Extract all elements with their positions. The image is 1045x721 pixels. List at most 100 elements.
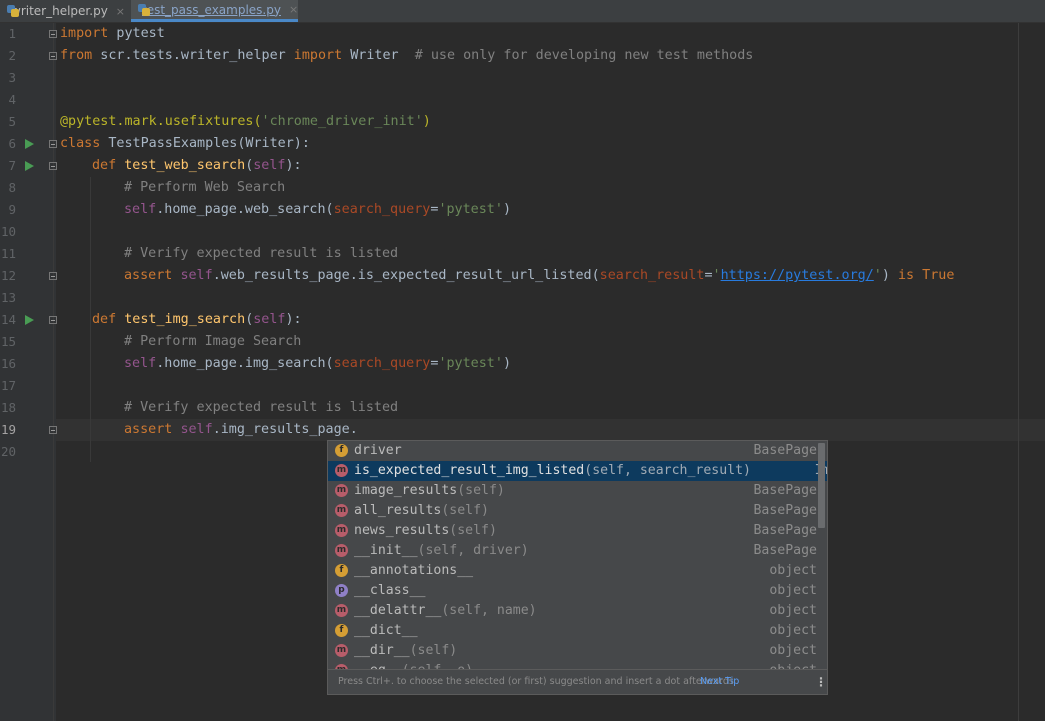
line-number: 13 [0,290,16,305]
fold-icon[interactable] [49,162,57,170]
code-completion-popup[interactable]: f driver BasePage m is_expected_result_i… [327,440,828,695]
completion-type: BasePage [753,483,817,498]
completion-name: __init__ [354,543,418,558]
code-line-2: from scr.tests.writer_helper import Writ… [60,48,754,63]
run-test-icon[interactable] [25,315,34,325]
line-number: 10 [0,224,16,239]
method-icon: m [335,484,348,497]
gutter-divider [53,23,54,721]
run-test-icon[interactable] [25,161,34,171]
line-number: 7 [8,158,16,173]
method-icon: m [335,524,348,537]
completion-item[interactable]: f __dict__ object [328,621,827,641]
completion-tip-bar: Press Ctrl+. to choose the selected (or … [328,669,827,694]
method-icon: m [335,504,348,517]
line-number: 16 [0,356,16,371]
tab-label: test_pass_examples.py [142,2,281,17]
completion-name: is_expected_result_img_listed [354,463,585,478]
completion-name: driver [354,443,402,458]
tab-writer-helper[interactable]: writer_helper.py × [0,0,130,22]
completion-type: BasePage [753,443,817,458]
property-icon: p [335,584,348,597]
completion-item[interactable]: m __dir__(self) object [328,641,827,661]
fold-icon[interactable] [49,426,57,434]
indent-guide [90,177,91,462]
line-number: 15 [0,334,16,349]
line-number: 12 [0,268,16,283]
fold-icon[interactable] [49,52,57,60]
completion-item[interactable]: m __delattr__(self, name) object [328,601,827,621]
method-icon: m [335,544,348,557]
field-icon: f [335,624,348,637]
method-icon: m [335,464,348,477]
line-number: 1 [8,26,16,41]
right-margin-guide [1018,23,1019,721]
completion-signature: (self, name) [441,603,537,618]
line-number: 4 [8,92,16,107]
fold-icon[interactable] [49,140,57,148]
completion-item[interactable]: m image_results(self) BasePage [328,481,827,501]
completion-name: __dict__ [354,623,418,638]
completion-scrollbar[interactable] [818,443,825,528]
close-tab-icon[interactable]: × [116,5,125,18]
line-number: 18 [0,400,16,415]
completion-name: __delattr__ [354,603,442,618]
completion-item[interactable]: f driver BasePage [328,441,827,461]
completion-item[interactable]: m all_results(self) BasePage [328,501,827,521]
line-number: 6 [8,136,16,151]
field-icon: f [335,564,348,577]
completion-item[interactable]: m __init__(self, driver) BasePage [328,541,827,561]
completion-signature: (self, search_result) [584,463,751,478]
completion-type: object [769,643,817,658]
line-number: 3 [8,70,16,85]
completion-signature: (self) [441,503,489,518]
completion-type: object [769,603,817,618]
editor-tab-bar: writer_helper.py × test_pass_examples.py… [0,0,1045,23]
line-number: 5 [8,114,16,129]
run-class-icon[interactable] [25,139,34,149]
completion-signature: (self) [409,643,458,658]
line-number: 17 [0,378,16,393]
code-line-19: assert self.img_results_page. [124,422,358,437]
completion-name: __class__ [354,583,426,598]
code-line-5: @pytest.mark.usefixtures('chrome_driver_… [60,114,431,129]
close-tab-icon[interactable]: × [289,3,298,16]
fold-icon[interactable] [49,316,57,324]
field-icon: f [335,444,348,457]
code-line-6: class TestPassExamples(Writer): [60,136,310,151]
code-line-8: # Perform Web Search [124,180,286,195]
completion-item-selected[interactable]: m is_expected_result_img_listed(self, se… [328,461,827,481]
line-number-current: 19 [0,422,16,437]
completion-type: BasePage [753,503,817,518]
line-number: 8 [8,180,16,195]
completion-signature: (self, driver) [417,543,529,558]
code-line-12: assert self.web_results_page.is_expected… [124,268,955,283]
completion-signature: (self) [457,483,505,498]
completion-item[interactable]: p __class__ object [328,581,827,601]
fold-icon[interactable] [49,272,57,280]
code-line-11: # Verify expected result is listed [124,246,399,261]
completion-signature: (self) [449,523,497,538]
code-line-18: # Verify expected result is listed [124,400,399,415]
code-line-16: self.home_page.img_search(search_query='… [124,356,511,371]
method-icon: m [335,644,348,657]
tab-test-pass-examples[interactable]: test_pass_examples.py × [131,0,298,22]
completion-item[interactable]: m news_results(self) BasePage [328,521,827,541]
tab-label: writer_helper.py [11,4,108,18]
completion-item[interactable]: f __annotations__ object [328,561,827,581]
line-number: 2 [8,48,16,63]
fold-icon[interactable] [49,30,57,38]
code-line-14: def test_img_search(self): [92,312,302,327]
tip-text: Press Ctrl+. to choose the selected (or … [338,676,734,687]
url-link: https://pytest.org/ [720,268,874,283]
completion-name: __dir__ [354,643,410,658]
line-number: 14 [0,312,16,327]
more-options-icon[interactable]: ⋮ [815,670,827,694]
completion-type: BasePage [753,543,817,558]
next-tip-link[interactable]: Next Tip [700,670,739,694]
method-icon: m [335,604,348,617]
completion-name: __annotations__ [354,563,474,578]
line-number: 9 [8,202,16,217]
line-number: 11 [0,246,16,261]
completion-type: object [769,563,817,578]
